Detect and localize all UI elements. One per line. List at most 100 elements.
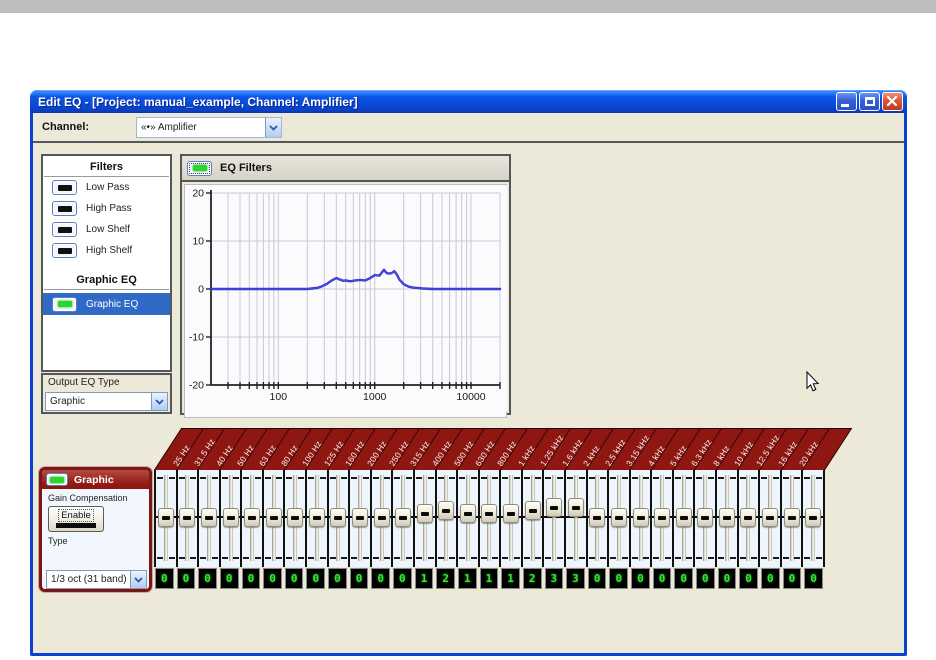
slider-handle[interactable] bbox=[611, 508, 627, 527]
eq-band-slider[interactable] bbox=[717, 470, 739, 567]
filter-led-button[interactable] bbox=[52, 180, 77, 195]
band-value-row: 0000000000001211123300000000000 bbox=[154, 567, 825, 590]
filter-item-low-shelf[interactable]: Low Shelf bbox=[43, 219, 170, 240]
filter-item-high-pass[interactable]: High Pass bbox=[43, 198, 170, 219]
filter-led-button[interactable] bbox=[52, 222, 77, 237]
channel-label: Channel: bbox=[42, 121, 89, 133]
filter-item-low-pass[interactable]: Low Pass bbox=[43, 177, 170, 198]
eq-band-slider[interactable] bbox=[695, 470, 717, 567]
eq-band-slider[interactable] bbox=[480, 470, 502, 567]
slider-handle[interactable] bbox=[589, 508, 605, 527]
chevron-down-icon[interactable] bbox=[130, 571, 146, 588]
eq-band-slider[interactable] bbox=[609, 470, 631, 567]
slider-handle[interactable] bbox=[244, 508, 260, 527]
eq-band-slider[interactable] bbox=[242, 470, 264, 567]
eq-band-slider[interactable] bbox=[501, 470, 523, 567]
eq-band-slider[interactable] bbox=[372, 470, 394, 567]
filter-led-button[interactable] bbox=[52, 243, 77, 258]
eq-band-slider[interactable] bbox=[329, 470, 351, 567]
eq-band-slider[interactable] bbox=[523, 470, 545, 567]
eq-band-slider[interactable] bbox=[803, 470, 825, 567]
slider-handle-slot-icon bbox=[334, 516, 342, 520]
slider-handle[interactable] bbox=[568, 498, 584, 517]
slider-handle[interactable] bbox=[503, 504, 519, 523]
eq-band-slider[interactable] bbox=[458, 470, 480, 567]
slider-handle[interactable] bbox=[697, 508, 713, 527]
eq-band-slider[interactable] bbox=[544, 470, 566, 567]
slider-handle[interactable] bbox=[762, 508, 778, 527]
eq-band-slider[interactable] bbox=[221, 470, 243, 567]
slider-handle[interactable] bbox=[223, 508, 239, 527]
slider-handle[interactable] bbox=[740, 508, 756, 527]
slider-handle[interactable] bbox=[460, 504, 476, 523]
slider-handle[interactable] bbox=[179, 508, 195, 527]
chevron-down-icon[interactable] bbox=[265, 118, 281, 137]
eq-band-slider[interactable] bbox=[739, 470, 761, 567]
band-value-display: 0 bbox=[739, 568, 758, 589]
slider-handle[interactable] bbox=[633, 508, 649, 527]
slider-handle[interactable] bbox=[352, 508, 368, 527]
enable-led-icon bbox=[56, 523, 96, 528]
window-title: Edit EQ - [Project: manual_example, Chan… bbox=[30, 95, 358, 109]
graphic-eq-led-button[interactable] bbox=[52, 297, 77, 312]
slider-handle[interactable] bbox=[654, 508, 670, 527]
slider-handle[interactable] bbox=[546, 498, 562, 517]
slider-handle[interactable] bbox=[525, 501, 541, 520]
slider-handle[interactable] bbox=[266, 508, 282, 527]
eq-band-slider[interactable] bbox=[782, 470, 804, 567]
slider-handle[interactable] bbox=[158, 508, 174, 527]
slider-handle[interactable] bbox=[374, 508, 390, 527]
band-value-cell: 0 bbox=[673, 567, 695, 590]
graphic-eq-item[interactable]: Graphic EQ bbox=[43, 293, 170, 315]
eq-band-slider[interactable] bbox=[631, 470, 653, 567]
edit-eq-window: Edit EQ - [Project: manual_example, Chan… bbox=[30, 90, 907, 656]
type-combobox[interactable]: 1/3 oct (31 band) bbox=[46, 570, 147, 589]
enable-button[interactable]: Enable bbox=[48, 506, 104, 532]
filter-led-button[interactable] bbox=[52, 201, 77, 216]
slider-handle[interactable] bbox=[481, 504, 497, 523]
eq-band-slider[interactable] bbox=[199, 470, 221, 567]
eq-band-slider[interactable] bbox=[415, 470, 437, 567]
eq-band-slider[interactable] bbox=[350, 470, 372, 567]
chevron-down-icon[interactable] bbox=[151, 393, 167, 410]
eq-band-slider[interactable] bbox=[674, 470, 696, 567]
eq-band-slider[interactable] bbox=[307, 470, 329, 567]
band-value-cell: 0 bbox=[241, 567, 263, 590]
slider-handle[interactable] bbox=[805, 508, 821, 527]
eq-filters-led-button[interactable] bbox=[187, 161, 212, 176]
eq-band-slider[interactable] bbox=[760, 470, 782, 567]
output-eq-type-combobox[interactable]: Graphic bbox=[45, 392, 168, 411]
graphic-led-button[interactable] bbox=[46, 473, 68, 486]
slider-handle[interactable] bbox=[287, 508, 303, 527]
eq-filters-header: EQ Filters bbox=[182, 156, 509, 182]
filter-item-high-shelf[interactable]: High Shelf bbox=[43, 240, 170, 261]
slider-handle-slot-icon bbox=[701, 516, 709, 520]
eq-band-slider[interactable] bbox=[285, 470, 307, 567]
svg-text:10: 10 bbox=[192, 236, 204, 248]
type-label: Type bbox=[42, 532, 149, 546]
eq-band-slider[interactable] bbox=[652, 470, 674, 567]
eq-band-slider[interactable] bbox=[156, 470, 178, 567]
eq-band-slider[interactable] bbox=[393, 470, 415, 567]
window-titlebar[interactable]: Edit EQ - [Project: manual_example, Chan… bbox=[30, 90, 907, 113]
band-value-display: 0 bbox=[155, 568, 174, 589]
slider-handle[interactable] bbox=[784, 508, 800, 527]
eq-band-slider[interactable] bbox=[264, 470, 286, 567]
slider-handle[interactable] bbox=[395, 508, 411, 527]
eq-band-slider[interactable] bbox=[566, 470, 588, 567]
channel-combobox[interactable]: «•» Amplifier bbox=[136, 117, 282, 138]
slider-handle[interactable] bbox=[330, 508, 346, 527]
eq-band-slider[interactable] bbox=[588, 470, 610, 567]
slider-handle[interactable] bbox=[719, 508, 735, 527]
slider-handle[interactable] bbox=[438, 501, 454, 520]
maximize-button[interactable] bbox=[859, 92, 880, 111]
maximize-icon bbox=[865, 97, 875, 106]
slider-handle[interactable] bbox=[201, 508, 217, 527]
eq-band-slider[interactable] bbox=[178, 470, 200, 567]
eq-band-slider[interactable] bbox=[437, 470, 459, 567]
close-button[interactable] bbox=[882, 92, 903, 111]
slider-handle[interactable] bbox=[676, 508, 692, 527]
slider-handle[interactable] bbox=[417, 504, 433, 523]
slider-handle[interactable] bbox=[309, 508, 325, 527]
minimize-button[interactable] bbox=[836, 92, 857, 111]
